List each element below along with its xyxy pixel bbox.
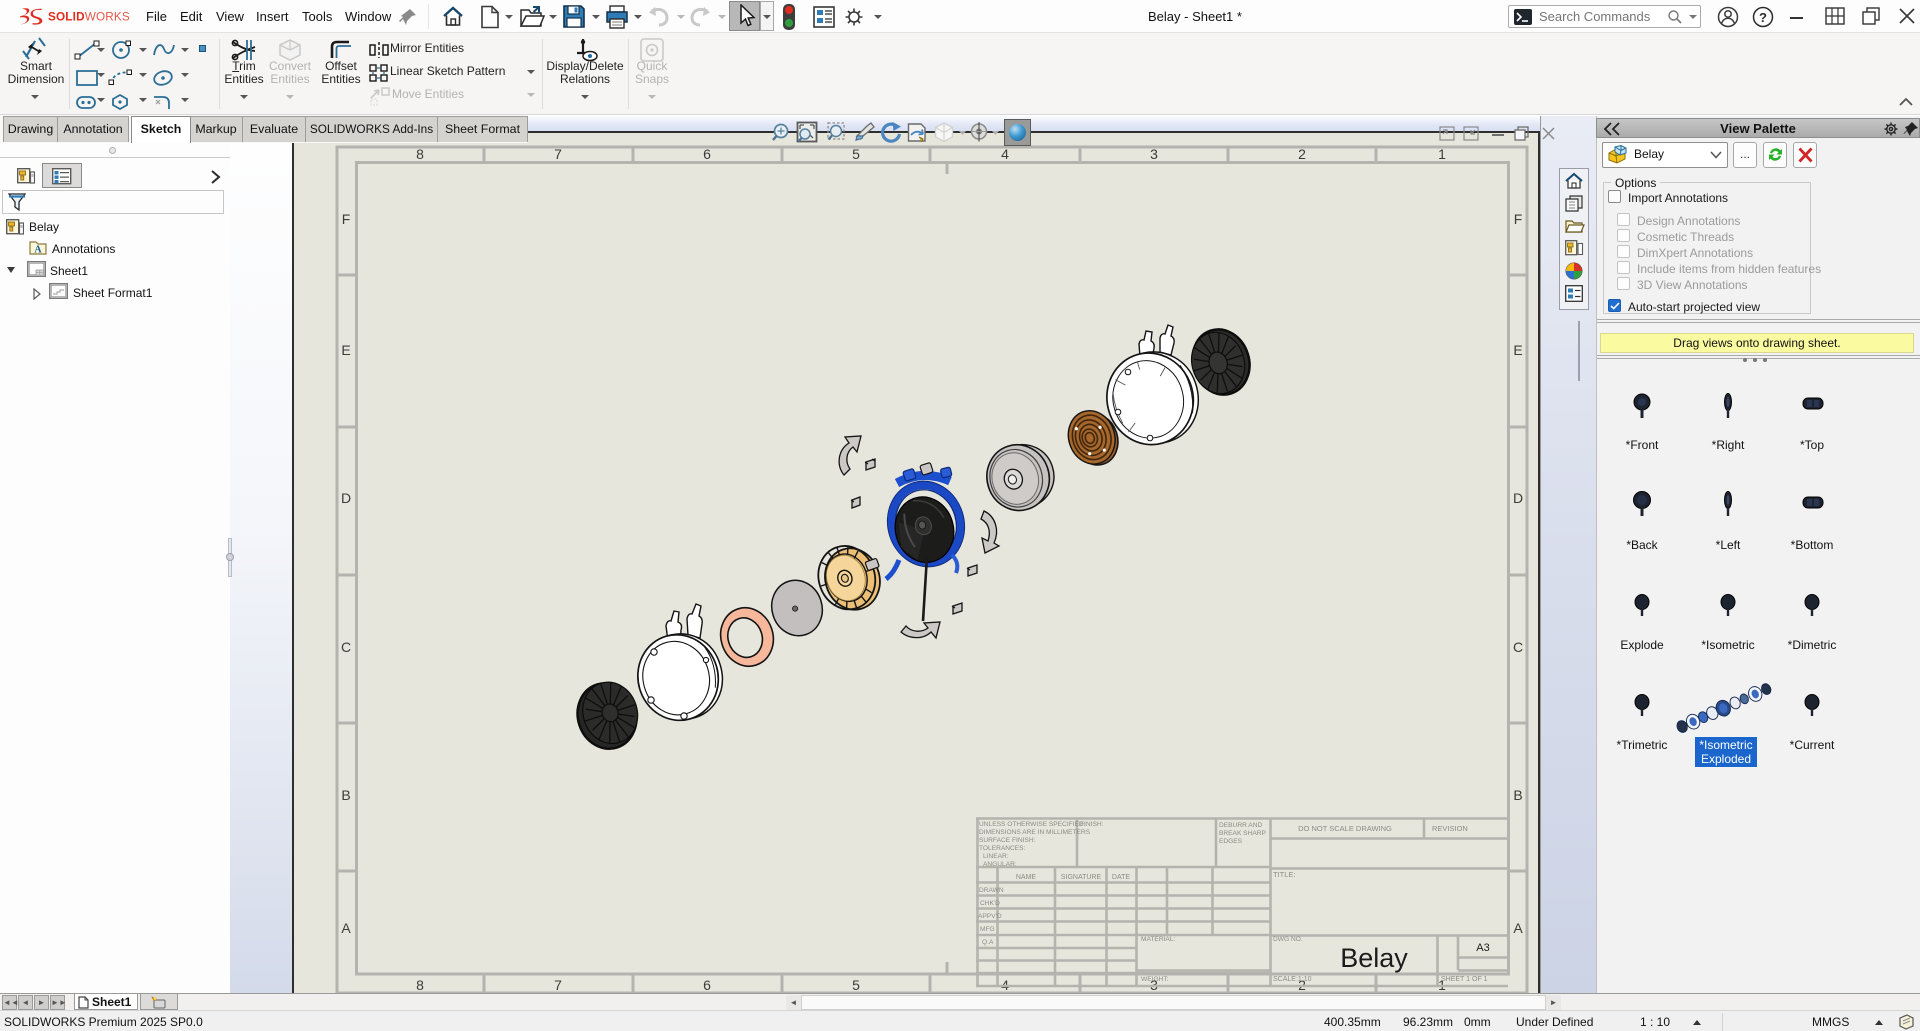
svg-text:F: F bbox=[342, 211, 351, 227]
svg-text:D: D bbox=[341, 490, 351, 506]
svg-text:A: A bbox=[341, 920, 351, 936]
svg-text:Q.A: Q.A bbox=[982, 939, 994, 946]
svg-text:TOLERANCES:: TOLERANCES: bbox=[979, 845, 1026, 852]
svg-text:DEBURR AND: DEBURR AND bbox=[1219, 822, 1262, 829]
svg-text:6: 6 bbox=[703, 146, 711, 162]
svg-text:EDGES: EDGES bbox=[1219, 838, 1243, 845]
svg-text:A3: A3 bbox=[1476, 942, 1489, 954]
svg-text:3: 3 bbox=[1150, 146, 1158, 162]
svg-text:6: 6 bbox=[703, 977, 711, 993]
svg-text:APPV'D: APPV'D bbox=[978, 913, 1002, 920]
svg-text:7: 7 bbox=[554, 977, 562, 993]
svg-text:8: 8 bbox=[416, 977, 424, 993]
svg-text:BREAK SHARP: BREAK SHARP bbox=[1219, 830, 1267, 837]
svg-text:F: F bbox=[1514, 211, 1523, 227]
svg-text:NAME: NAME bbox=[1016, 874, 1037, 881]
svg-text:E: E bbox=[341, 342, 350, 358]
svg-text:MATERIAL:: MATERIAL: bbox=[1141, 936, 1175, 943]
svg-text:DO NOT SCALE DRAWING: DO NOT SCALE DRAWING bbox=[1298, 824, 1392, 833]
svg-text:DATE: DATE bbox=[1112, 874, 1130, 881]
svg-text:5: 5 bbox=[852, 146, 860, 162]
svg-text:1: 1 bbox=[1438, 146, 1446, 162]
svg-text:DIMENSIONS ARE IN MILLIMETERS: DIMENSIONS ARE IN MILLIMETERS bbox=[979, 829, 1091, 836]
svg-text:LINEAR:: LINEAR: bbox=[983, 853, 1009, 860]
svg-text:E: E bbox=[1513, 342, 1522, 358]
svg-text:MFG: MFG bbox=[980, 926, 995, 933]
svg-text:2: 2 bbox=[1298, 146, 1306, 162]
svg-text:D: D bbox=[1513, 490, 1523, 506]
svg-text:ANGULAR:: ANGULAR: bbox=[983, 861, 1017, 868]
svg-text:SURFACE FINISH:: SURFACE FINISH: bbox=[979, 837, 1036, 844]
svg-text:CHK'D: CHK'D bbox=[980, 900, 1000, 907]
svg-text:SHEET 1 OF 1: SHEET 1 OF 1 bbox=[1441, 976, 1488, 983]
svg-text:5: 5 bbox=[852, 977, 860, 993]
svg-text:SIGNATURE: SIGNATURE bbox=[1061, 874, 1102, 881]
svg-text:WEIGHT:: WEIGHT: bbox=[1141, 976, 1169, 983]
svg-text:UNLESS OTHERWISE SPECIFIED:: UNLESS OTHERWISE SPECIFIED: bbox=[979, 821, 1086, 828]
svg-text:REVISION: REVISION bbox=[1432, 824, 1468, 833]
svg-text:Belay: Belay bbox=[1340, 943, 1408, 973]
svg-text:SOLIDWORKS: SOLIDWORKS bbox=[48, 11, 130, 24]
svg-text:B: B bbox=[341, 787, 350, 803]
svg-text:?: ? bbox=[1759, 10, 1767, 25]
svg-text:7: 7 bbox=[554, 146, 562, 162]
svg-text:8: 8 bbox=[416, 146, 424, 162]
svg-text:DWG NO.: DWG NO. bbox=[1273, 936, 1303, 943]
svg-text:FINISH:: FINISH: bbox=[1080, 821, 1104, 828]
svg-text:DRAWN: DRAWN bbox=[979, 887, 1004, 894]
svg-text:SCALE:1:10: SCALE:1:10 bbox=[1273, 976, 1312, 983]
svg-text:A: A bbox=[34, 245, 42, 256]
svg-text:C: C bbox=[1513, 639, 1523, 655]
svg-text:B: B bbox=[1513, 787, 1522, 803]
svg-text:TITLE:: TITLE: bbox=[1273, 870, 1296, 879]
svg-text:C: C bbox=[341, 639, 351, 655]
svg-text:4: 4 bbox=[1001, 146, 1009, 162]
svg-text:A: A bbox=[1513, 920, 1523, 936]
